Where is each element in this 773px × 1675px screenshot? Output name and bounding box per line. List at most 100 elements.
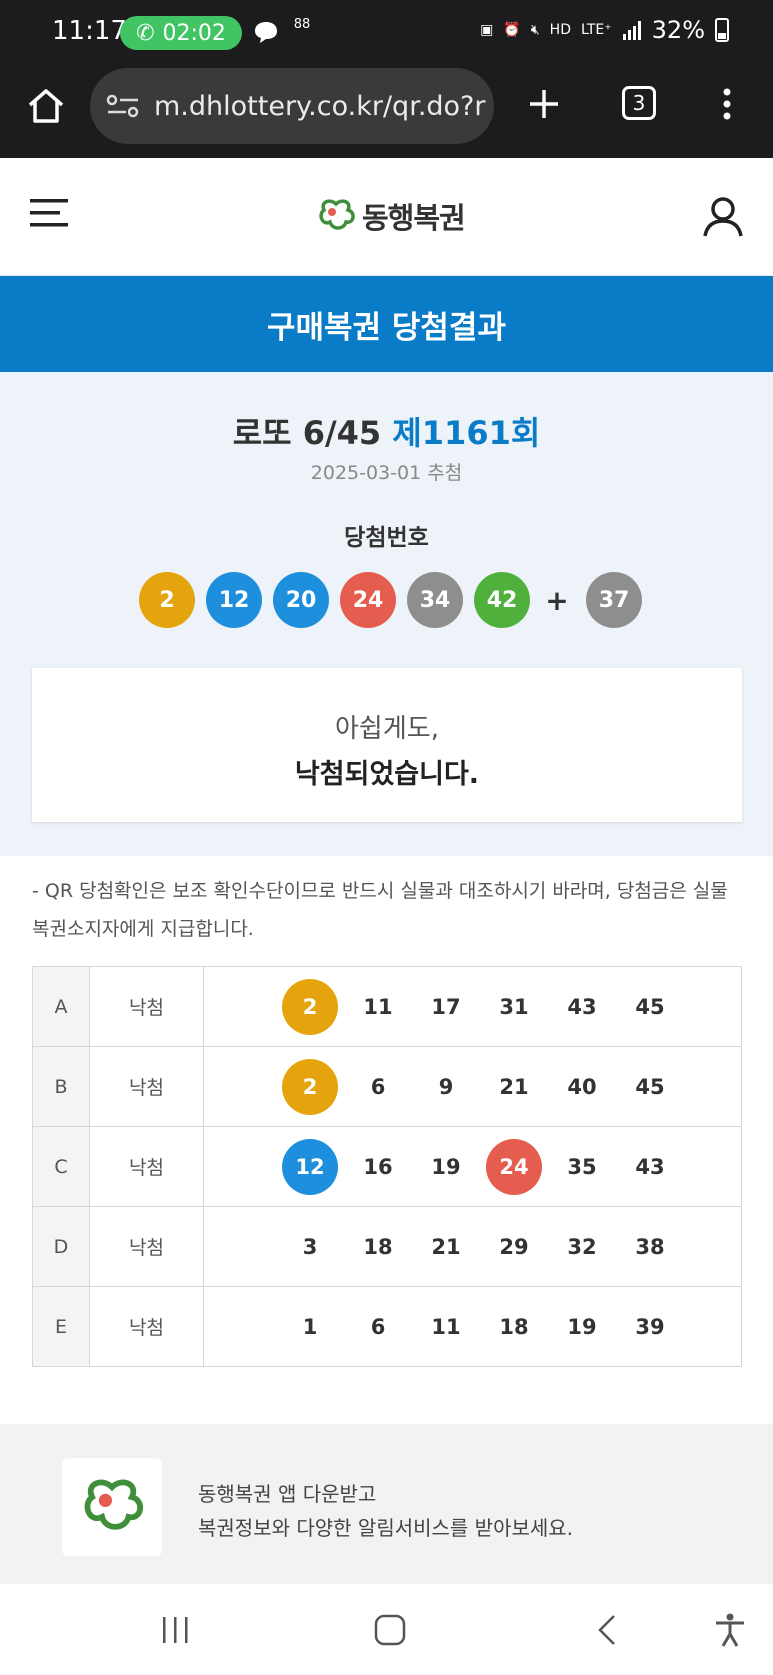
ticket-number: 19 bbox=[567, 1314, 597, 1339]
ticket-number: 29 bbox=[499, 1234, 529, 1259]
accessibility-icon[interactable] bbox=[710, 1612, 750, 1648]
ticket-number: 3 bbox=[302, 1234, 318, 1259]
result-message-line1: 아쉽게도, bbox=[335, 714, 439, 744]
recent-apps-icon[interactable] bbox=[156, 1612, 196, 1648]
ticket-number: 11 bbox=[363, 994, 393, 1019]
logo-mark-icon bbox=[84, 1479, 143, 1530]
ticket-number: 9 bbox=[438, 1074, 454, 1099]
logo-text: 동행복권 bbox=[362, 201, 466, 235]
lte-icon: LTE⁺ bbox=[580, 22, 612, 38]
alarm-icon: ⏰ bbox=[503, 22, 521, 38]
browser-chrome: 11:17 ✆ 02:02 88 ▣ ⏰ 🔇︎ HD LTE⁺ 32% m.dh… bbox=[0, 0, 773, 158]
ticket-number: 39 bbox=[635, 1314, 665, 1339]
winning-ball: 12 bbox=[206, 572, 262, 628]
ticket-row: A 낙첨 2 11 17 31 43 45 bbox=[32, 966, 742, 1047]
hd-icon: HD bbox=[549, 22, 571, 38]
winning-ball: 34 bbox=[407, 572, 463, 628]
url-text[interactable]: m.dhlottery.co.kr/qr.do?r bbox=[154, 91, 486, 122]
address-bar[interactable]: m.dhlottery.co.kr/qr.do?r bbox=[90, 68, 494, 144]
ticket-result: 낙첨 bbox=[89, 1046, 204, 1127]
ticket-row: B 낙첨 2 6 9 21 40 45 bbox=[32, 1046, 742, 1127]
winning-numbers-label: 당첨번호 bbox=[344, 525, 429, 551]
ticket-numbers-row: 2 6 9 21 40 45 bbox=[276, 1058, 741, 1115]
ticket-result: 낙첨 bbox=[89, 1126, 204, 1207]
promo-line1: 동행복권 앱 다운받고 bbox=[198, 1482, 377, 1506]
bonus-plus-sign: + bbox=[545, 583, 569, 617]
site-header: 동행복권 bbox=[0, 158, 773, 276]
tab-count: 3 bbox=[632, 91, 646, 115]
ticket-number: 11 bbox=[431, 1314, 461, 1339]
user-icon[interactable] bbox=[700, 194, 746, 240]
site-logo[interactable]: 동행복권 bbox=[316, 194, 466, 238]
ticket-result: 낙첨 bbox=[89, 966, 204, 1047]
ticket-row: D 낙첨 3 18 21 29 32 38 bbox=[32, 1206, 742, 1287]
ticket-number: 38 bbox=[635, 1234, 665, 1259]
tab-switcher-icon[interactable]: 3 bbox=[622, 86, 656, 120]
app-logo-icon[interactable] bbox=[62, 1458, 162, 1556]
ticket-number: 18 bbox=[363, 1234, 393, 1259]
nfc-icon: ▣ bbox=[480, 22, 494, 38]
ticket-numbers-row: 1 6 11 18 19 39 bbox=[276, 1299, 741, 1355]
qr-notice: - QR 당첨확인은 보조 확인수단이므로 반드시 실물과 대조하시기 바라며,… bbox=[32, 880, 728, 940]
ticket-label: B bbox=[32, 1046, 90, 1127]
promo-line2: 복권정보와 다양한 알림서비스를 받아보세요. bbox=[198, 1516, 574, 1540]
tune-icon[interactable] bbox=[106, 94, 140, 118]
ticket-number: 21 bbox=[499, 1074, 529, 1099]
ticket-number: 2 bbox=[276, 1058, 344, 1115]
status-icons: ▣ ⏰ 🔇︎ HD LTE⁺ 32% bbox=[480, 16, 729, 44]
result-section: 로또 6/45 제1161회 2025-03-01 추첨 당첨번호 2 12 2… bbox=[0, 372, 773, 856]
winning-ball: 2 bbox=[139, 572, 195, 628]
app-promo[interactable]: 동행복권 앱 다운받고 복권정보와 다양한 알림서비스를 받아보세요. bbox=[0, 1424, 773, 1584]
round-number: 제1161회 bbox=[392, 414, 541, 452]
notification-icon: 88 bbox=[293, 17, 311, 32]
ticket-number: 43 bbox=[635, 1154, 665, 1179]
winning-numbers: 2 12 20 24 34 42 + 37 bbox=[139, 571, 653, 629]
call-indicator[interactable]: ✆ 02:02 bbox=[120, 16, 242, 50]
ticket-numbers: 2 6 9 21 40 45 bbox=[203, 1046, 742, 1127]
ticket-label: E bbox=[32, 1286, 90, 1367]
ticket-number: 16 bbox=[363, 1154, 393, 1179]
more-vert-icon[interactable] bbox=[714, 82, 740, 126]
winning-ball: 20 bbox=[273, 572, 329, 628]
browser-toolbar: m.dhlottery.co.kr/qr.do?r 3 bbox=[0, 64, 773, 158]
ticket-result: 낙첨 bbox=[89, 1206, 204, 1287]
signal-icon bbox=[622, 21, 641, 40]
ticket-numbers: 3 18 21 29 32 38 bbox=[203, 1206, 742, 1287]
ticket-label: A bbox=[32, 966, 90, 1047]
winning-ball: 42 bbox=[474, 572, 530, 628]
plus-icon[interactable] bbox=[522, 82, 566, 126]
call-timer: 02:02 bbox=[162, 20, 226, 46]
battery-percent: 32% bbox=[651, 16, 705, 44]
matched-number-ball: 2 bbox=[282, 978, 338, 1035]
game-title: 로또 6/45 제1161회 bbox=[0, 408, 773, 454]
ticket-result: 낙첨 bbox=[89, 1286, 204, 1367]
home-icon[interactable] bbox=[24, 84, 68, 128]
draw-date: 2025-03-01 추첨 bbox=[310, 462, 463, 484]
ticket-row: E 낙첨 1 6 11 18 19 39 bbox=[32, 1286, 742, 1367]
matched-number-ball: 12 bbox=[282, 1138, 338, 1195]
ticket-number: 6 bbox=[370, 1074, 386, 1099]
ticket-table: A 낙첨 2 11 17 31 43 45 B 낙첨 2 6 9 21 40 45 C 낙첨 12 16 19 24 35 4… bbox=[32, 966, 742, 1367]
ticket-number: 45 bbox=[635, 994, 665, 1019]
status-time: 11:17 bbox=[52, 16, 127, 46]
back-icon[interactable] bbox=[588, 1612, 628, 1648]
ticket-number: 40 bbox=[567, 1074, 597, 1099]
ticket-label: D bbox=[32, 1206, 90, 1287]
mute-icon: 🔇︎ bbox=[530, 22, 540, 38]
ticket-numbers: 12 16 19 24 35 43 bbox=[203, 1126, 742, 1207]
ticket-number: 1 bbox=[302, 1314, 318, 1339]
status-bar: 11:17 ✆ 02:02 88 ▣ ⏰ 🔇︎ HD LTE⁺ 32% bbox=[0, 0, 773, 64]
ticket-number: 17 bbox=[431, 994, 461, 1019]
ticket-numbers-row: 2 11 17 31 43 45 bbox=[276, 978, 741, 1035]
ticket-number: 35 bbox=[567, 1154, 597, 1179]
ticket-number: 31 bbox=[499, 994, 529, 1019]
ticket-numbers: 1 6 11 18 19 39 bbox=[203, 1286, 742, 1367]
hamburger-icon[interactable] bbox=[28, 196, 70, 230]
matched-number-ball: 24 bbox=[486, 1138, 542, 1195]
home-nav-icon[interactable] bbox=[370, 1612, 410, 1648]
ticket-number: 19 bbox=[431, 1154, 461, 1179]
ticket-numbers: 2 11 17 31 43 45 bbox=[203, 966, 742, 1047]
ticket-number: 21 bbox=[431, 1234, 461, 1259]
ticket-number: 32 bbox=[567, 1234, 597, 1259]
game-name: 로또 6/45 bbox=[232, 414, 382, 452]
